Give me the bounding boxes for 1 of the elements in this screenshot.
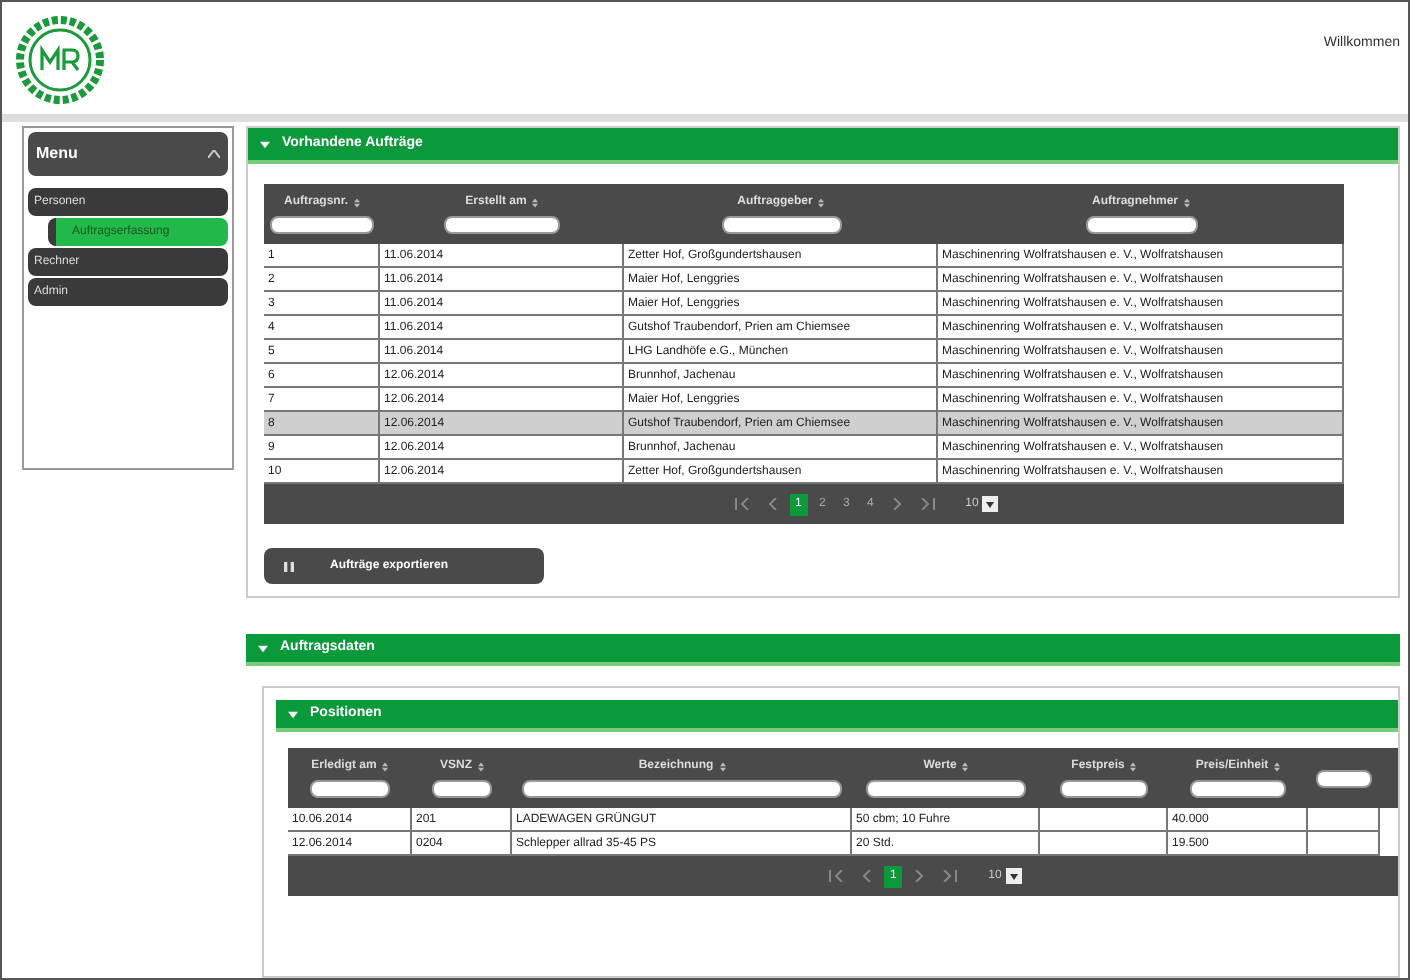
menu-title: Menu (36, 142, 78, 166)
